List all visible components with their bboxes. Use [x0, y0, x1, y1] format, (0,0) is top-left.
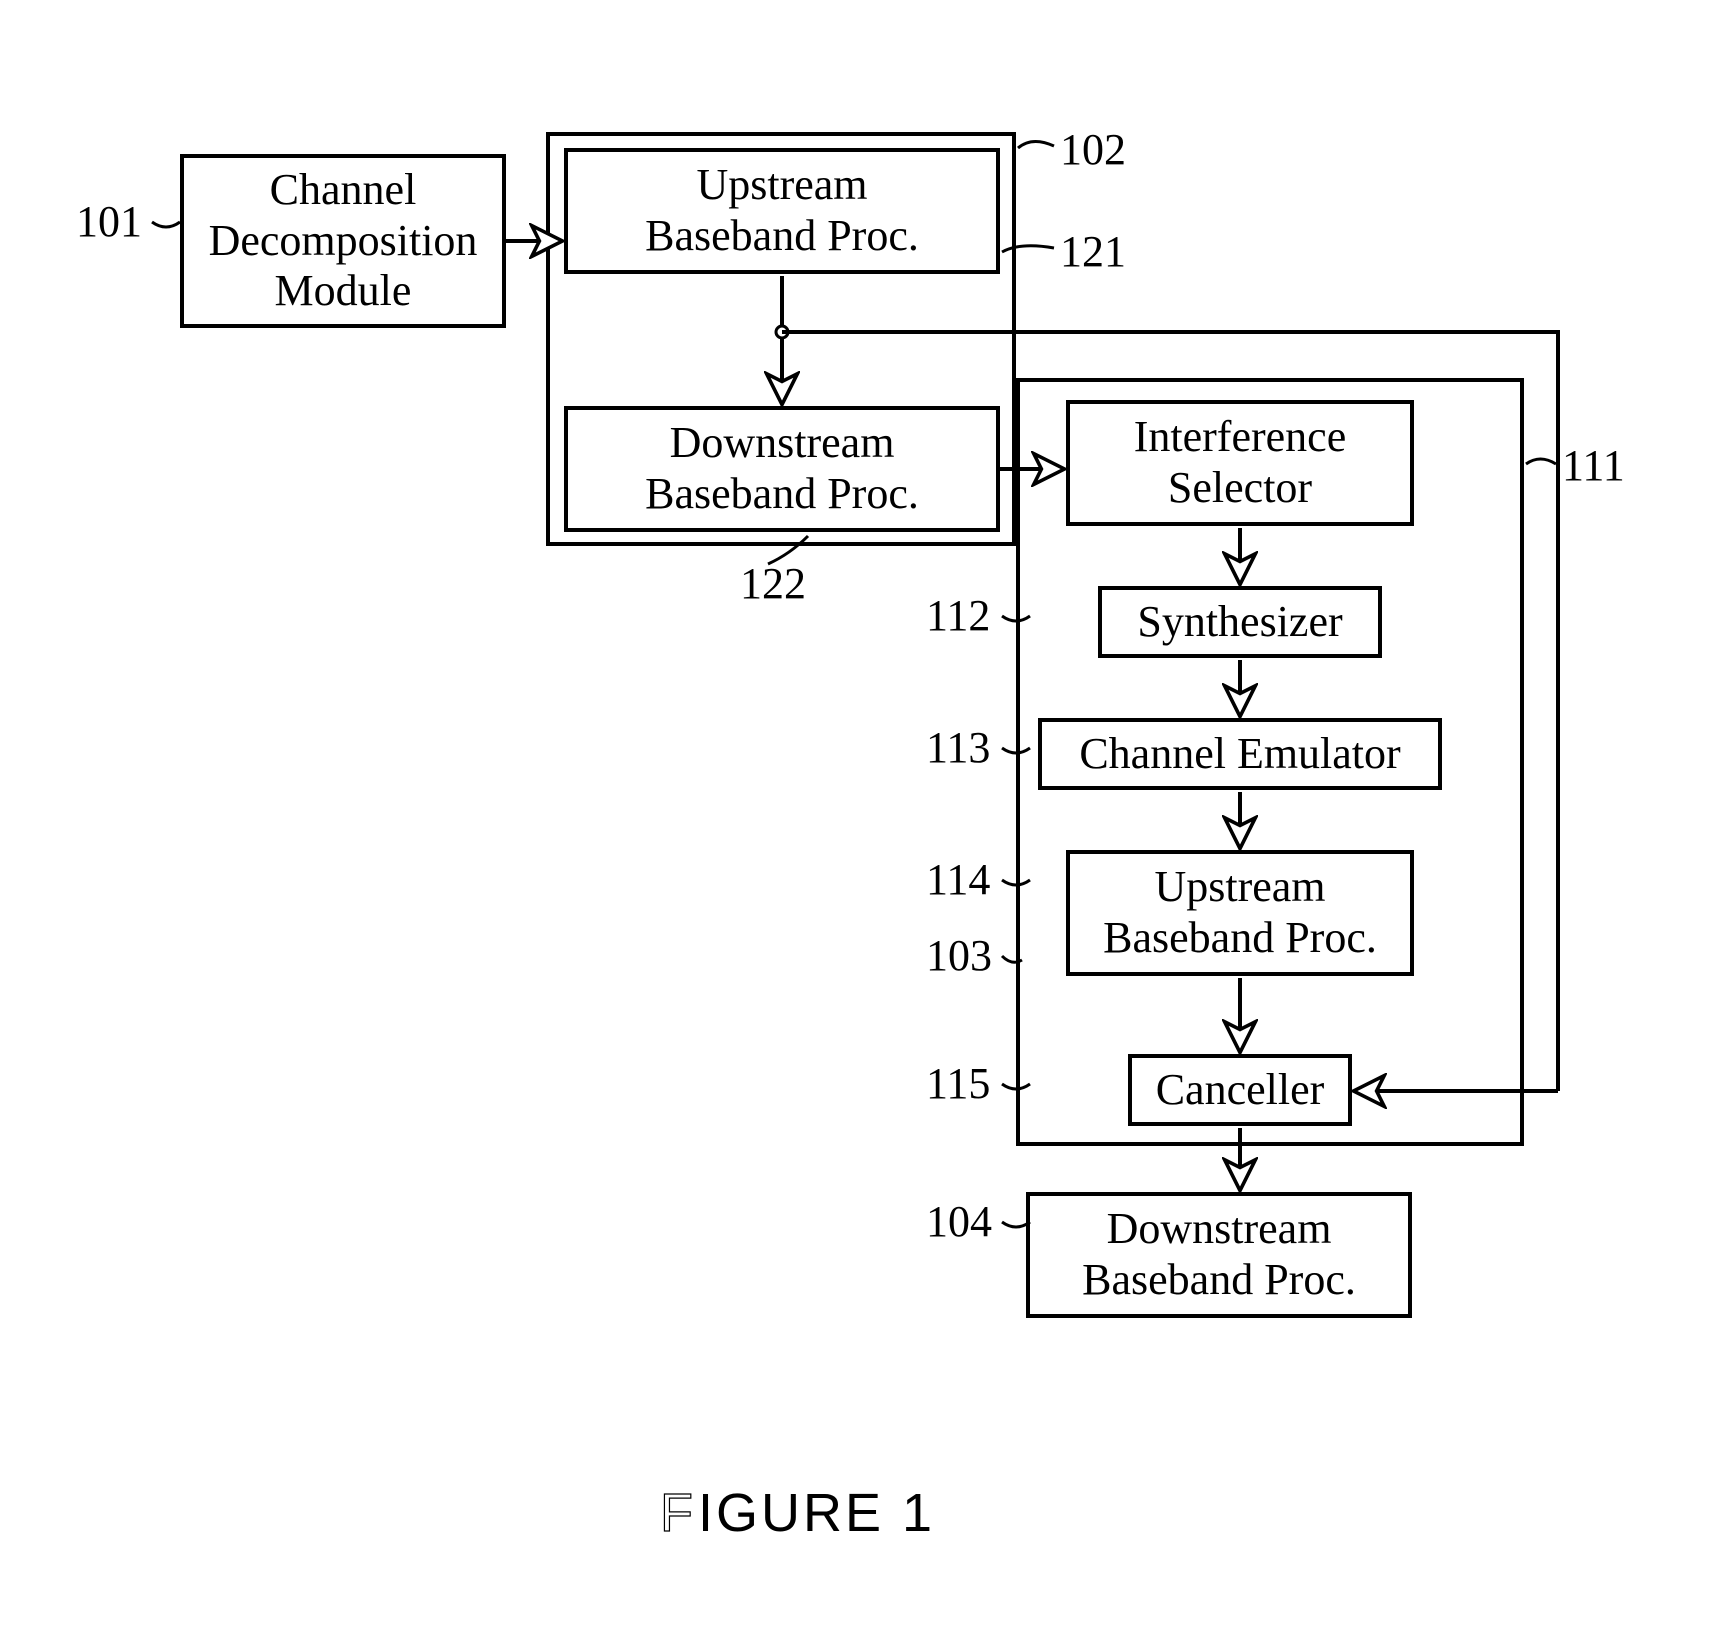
ref-115: 115	[926, 1058, 990, 1109]
ref-112: 112	[926, 590, 990, 641]
box-downstream-baseband-2: Downstream Baseband Proc.	[1026, 1192, 1412, 1318]
ref-114: 114	[926, 854, 990, 905]
diagram-canvas: Channel Decomposition Module Upstream Ba…	[0, 0, 1720, 1648]
ref-113: 113	[926, 722, 990, 773]
ref-103: 103	[926, 930, 992, 981]
ref-122: 122	[740, 558, 806, 609]
ref-101: 101	[76, 196, 142, 247]
box-synthesizer: Synthesizer	[1098, 586, 1382, 658]
box-interference-selector: Interference Selector	[1066, 400, 1414, 526]
ref-104: 104	[926, 1196, 992, 1247]
box-downstream-baseband-1: Downstream Baseband Proc.	[564, 406, 1000, 532]
box-upstream-baseband-1: Upstream Baseband Proc.	[564, 148, 1000, 274]
ref-121: 121	[1060, 226, 1126, 277]
ref-102: 102	[1060, 124, 1126, 175]
box-channel-decomposition: Channel Decomposition Module	[180, 154, 506, 328]
figure-caption: FIGURE 1	[660, 1482, 935, 1544]
box-upstream-baseband-2: Upstream Baseband Proc.	[1066, 850, 1414, 976]
box-channel-emulator: Channel Emulator	[1038, 718, 1442, 790]
box-canceller: Canceller	[1128, 1054, 1352, 1126]
ref-111: 111	[1562, 440, 1625, 491]
